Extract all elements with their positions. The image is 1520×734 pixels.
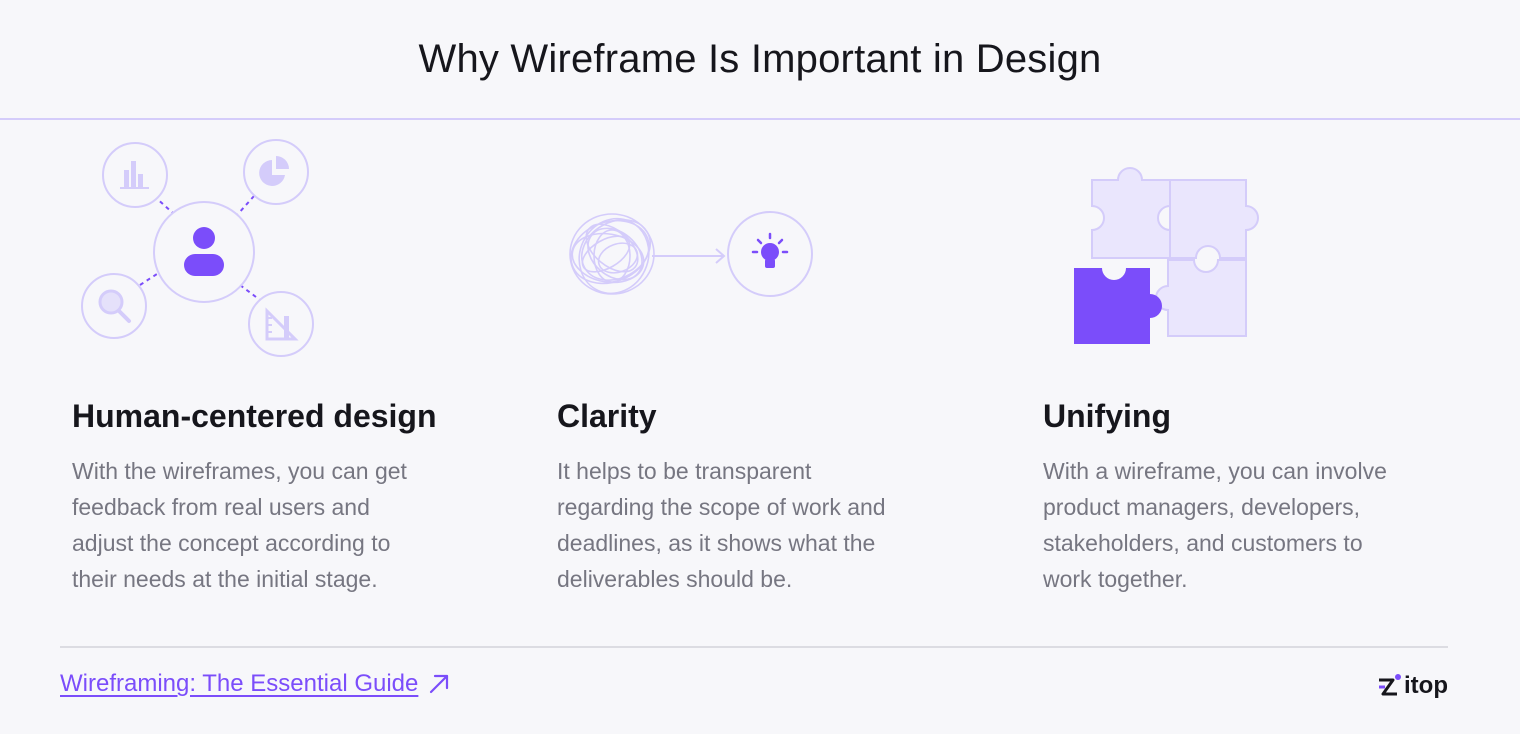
human-centered-illustration [81, 139, 314, 357]
column-text: With a wireframe, you can involve produc… [1043, 458, 1387, 592]
logo-text: itop [1404, 672, 1448, 699]
unifying-illustration [1074, 167, 1259, 344]
puzzle-icon [1074, 167, 1259, 344]
user-icon [153, 201, 255, 303]
bar-chart-icon [102, 142, 168, 208]
ruler-triangle-icon [248, 291, 314, 357]
column-clarity: Clarity It helps to be transparent regar… [557, 398, 997, 597]
column-text: With the wireframes, you can get feedbac… [72, 458, 407, 592]
essential-guide-link[interactable]: Wireframing: The Essential Guide [60, 670, 450, 698]
column-title: Clarity [557, 398, 657, 434]
arrow-right-icon [652, 248, 726, 264]
brand-logo: itop [1376, 672, 1448, 700]
header: Why Wireframe Is Important in Design [0, 0, 1520, 120]
external-link-arrow-icon [430, 674, 449, 694]
lightbulb-icon [727, 211, 813, 297]
column-text: It helps to be transparent regarding the… [557, 458, 886, 592]
column-title: Unifying [1043, 398, 1171, 434]
logo-mark-icon [1379, 674, 1402, 696]
clarity-illustration [569, 211, 813, 297]
pie-chart-icon [243, 139, 309, 205]
essential-guide-link-label: Wireframing: The Essential Guide [60, 670, 419, 697]
magnifier-icon [81, 273, 147, 339]
column-unifying: Unifying With a wireframe, you can invol… [1043, 398, 1483, 597]
infographic-card: Why Wireframe Is Important in Design Hum… [0, 0, 1520, 734]
page-title: Why Wireframe Is Important in Design [418, 36, 1102, 81]
tangled-scribble-icon [569, 213, 655, 295]
column-human-centered: Human-centered design With the wireframe… [72, 398, 512, 597]
column-title: Human-centered design [72, 398, 437, 434]
footer-divider [60, 646, 1448, 648]
